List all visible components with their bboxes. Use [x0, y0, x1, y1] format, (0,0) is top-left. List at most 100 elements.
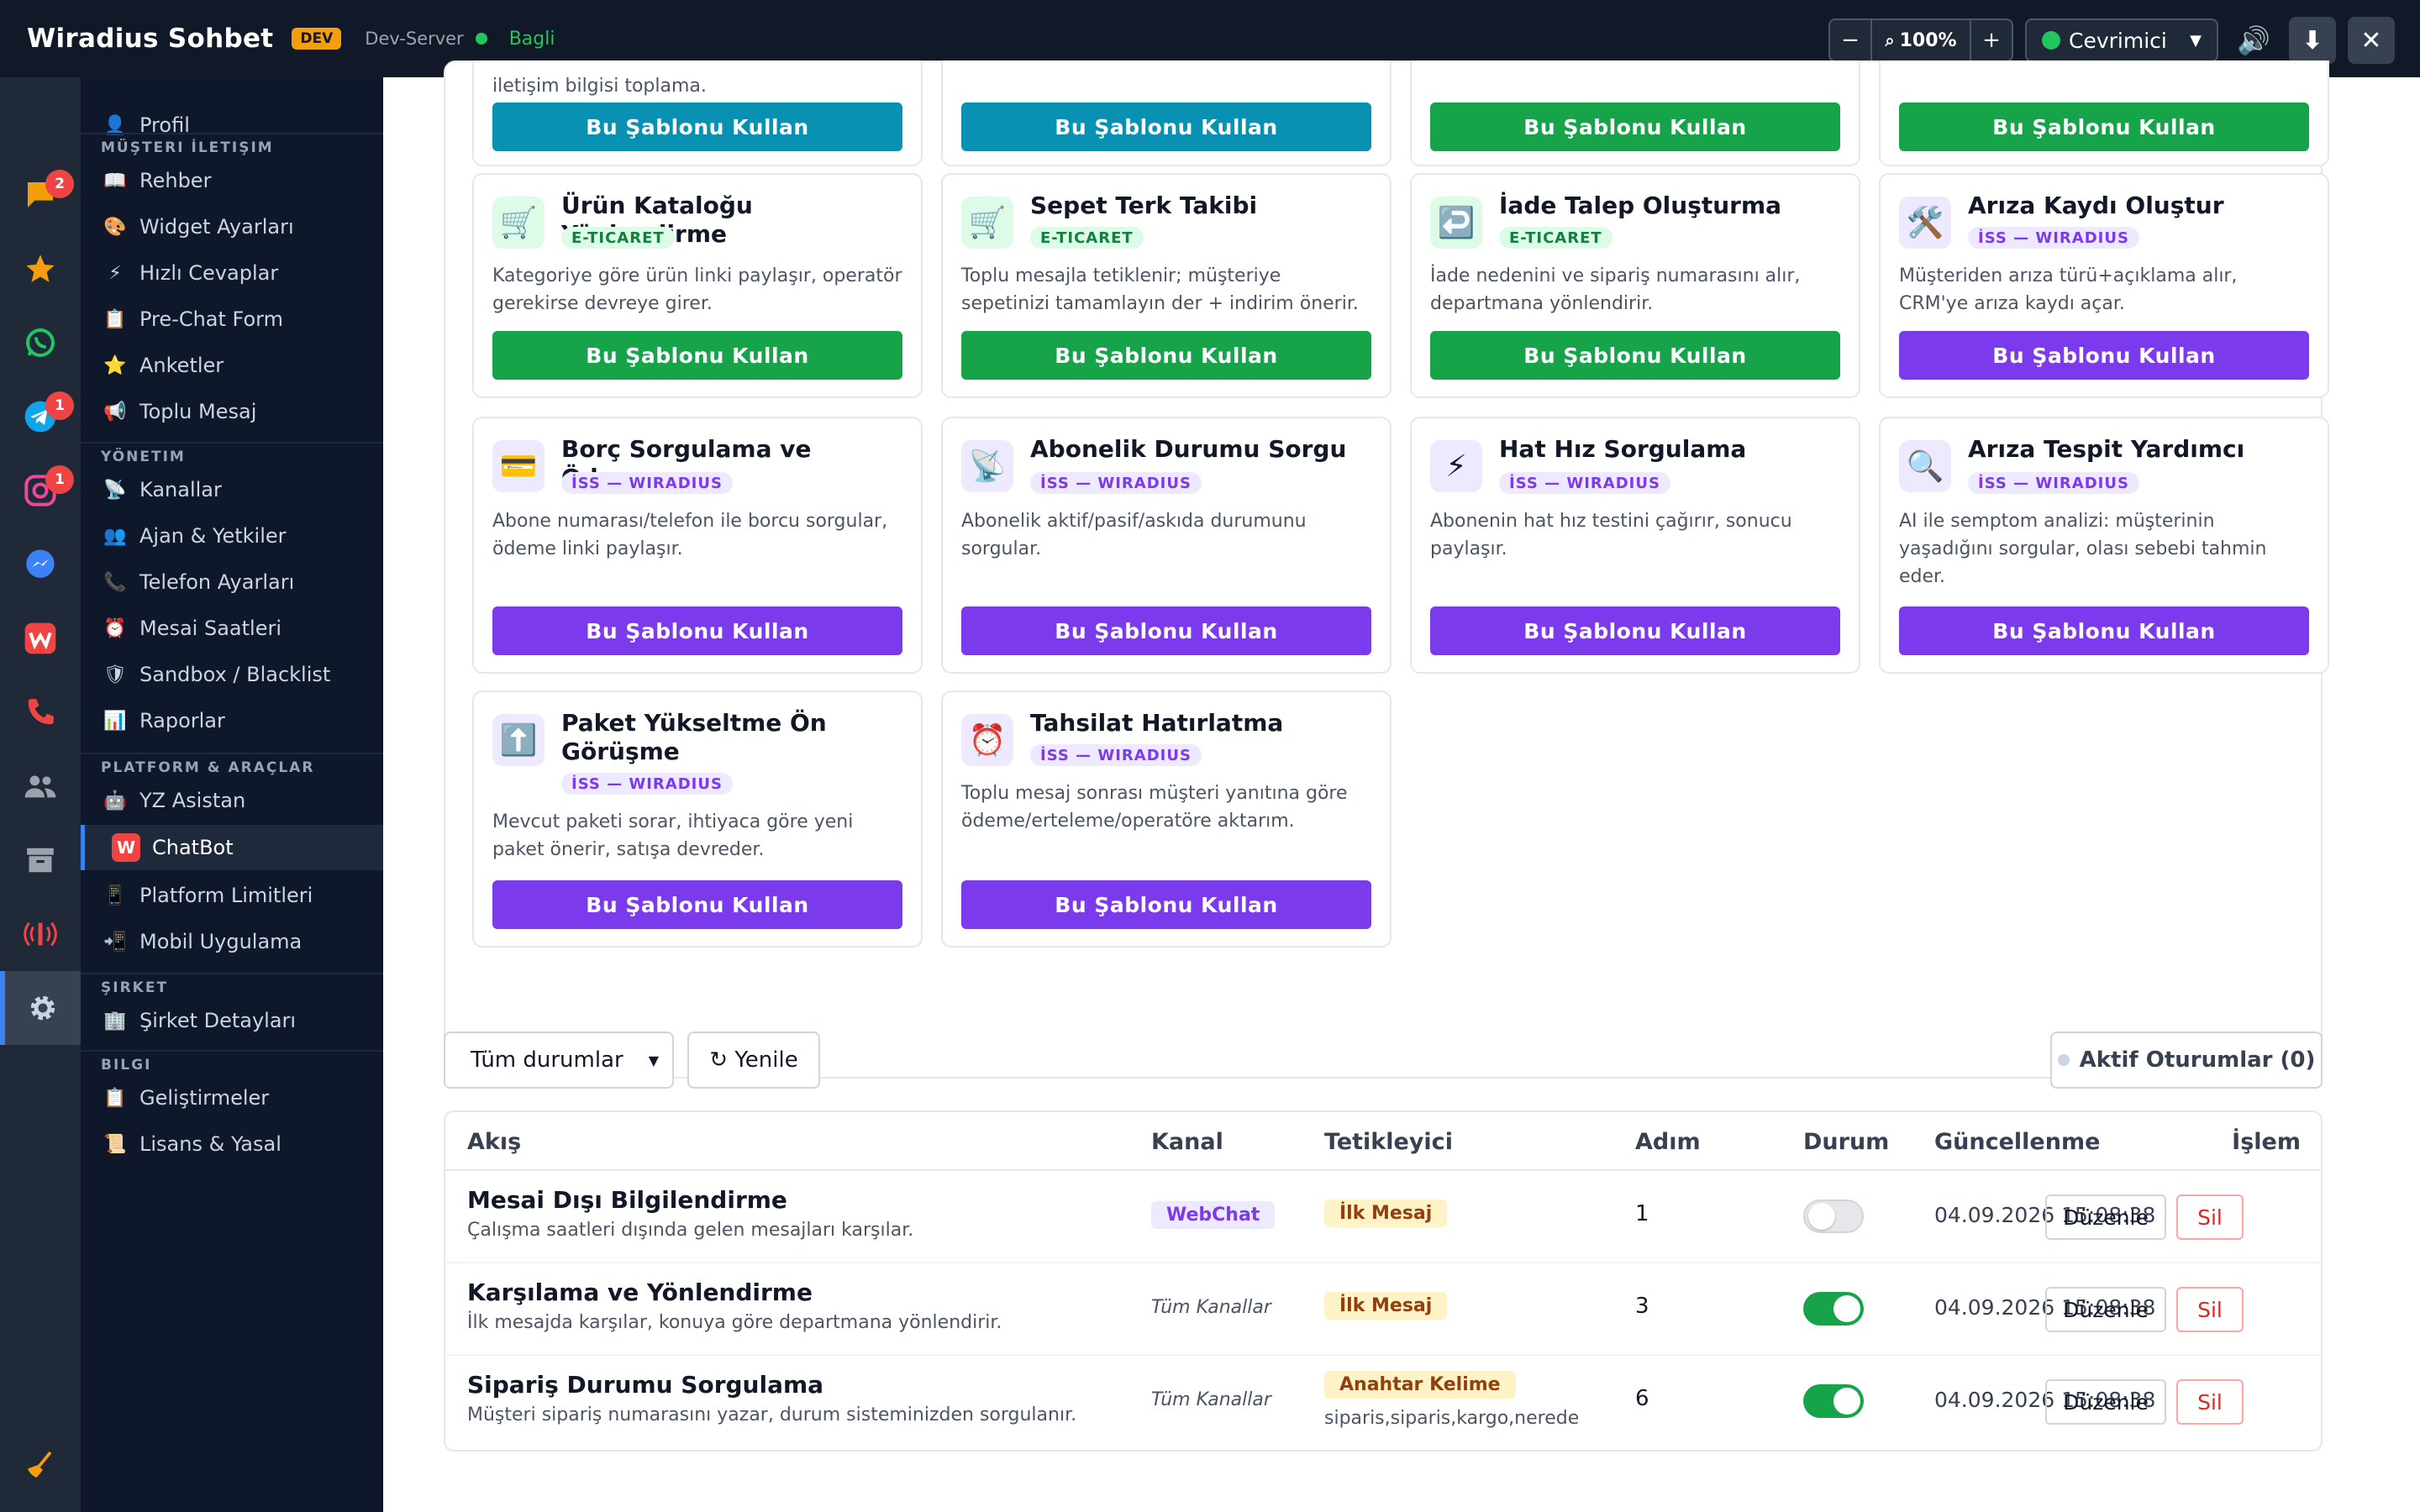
sidebar-item-channels[interactable]: 📡 Kanallar — [81, 467, 383, 512]
rail-messenger[interactable] — [0, 528, 81, 601]
delete-button[interactable]: Sil — [2176, 1287, 2244, 1332]
section-heading-info: BILGI — [101, 1057, 152, 1074]
sidebar-item-company-details[interactable]: 🏢 Şirket Detayları — [81, 998, 383, 1043]
download-button[interactable]: ⬇ — [2289, 17, 2336, 64]
template-title: Arıza Kaydı Oluştur — [1968, 192, 2224, 219]
sidebar-item-bulk-message[interactable]: 📢 Toplu Mesaj — [81, 389, 383, 434]
credit-card-icon: 💳 — [492, 440, 544, 492]
zoom-reset-button[interactable]: ⌕ 100% — [1870, 20, 1971, 60]
session-dot-icon — [2057, 1054, 2070, 1066]
sidebar-item-changelog[interactable]: 📋 Geliştirmeler — [81, 1075, 383, 1121]
chevron-down-icon: ▼ — [648, 1052, 659, 1068]
template-title: Abonelik Durumu Sorgu — [1030, 435, 1347, 463]
template-card: ↩️ İade Talep Oluşturma E-TICARET İade n… — [1410, 173, 1860, 398]
template-card-partial: Bu Şablonu Kullan — [941, 60, 1392, 166]
sidebar-item-chatbot[interactable]: W ChatBot — [81, 825, 383, 870]
sidebar-item-quick-replies[interactable]: ⚡ Hızlı Cevaplar — [81, 250, 383, 296]
edit-button[interactable]: Düzenle — [2045, 1379, 2166, 1425]
clipboard-icon: 📋 — [103, 1087, 127, 1109]
sidebar-item-license[interactable]: 📜 Lisans & Yasal — [81, 1121, 383, 1167]
sidebar-item-mobile-app[interactable]: 📲 Mobil Uygulama — [81, 919, 383, 964]
use-template-button[interactable]: Bu Şablonu Kullan — [492, 331, 902, 380]
sidebar-item-working-hours[interactable]: ⏰ Mesai Saatleri — [81, 606, 383, 651]
template-title: Tahsilat Hatırlatma — [1030, 709, 1284, 737]
column-trigger: Tetikleyici — [1324, 1129, 1453, 1155]
rail-phone[interactable] — [0, 675, 81, 749]
rail-telegram[interactable]: 1 — [0, 380, 81, 454]
close-button[interactable]: ✕ — [2348, 17, 2395, 64]
use-template-button[interactable]: Bu Şablonu Kullan — [961, 880, 1371, 929]
alarm-clock-icon: ⏰ — [961, 714, 1013, 766]
sound-icon[interactable]: 🔊 — [2230, 17, 2277, 64]
rail-favorites[interactable] — [0, 232, 81, 306]
rail-broadcast[interactable] — [0, 897, 81, 971]
rail-instagram[interactable]: 1 — [0, 454, 81, 528]
sidebar-item-agents[interactable]: 👥 Ajan & Yetkiler — [81, 513, 383, 559]
return-icon: ↩️ — [1430, 197, 1482, 249]
column-action: İşlem — [2232, 1129, 2301, 1155]
active-sessions-button[interactable]: Aktif Oturumlar (0) — [2050, 1032, 2323, 1089]
sidebar-item-surveys[interactable]: ⭐ Anketler — [81, 343, 383, 388]
flow-status-toggle[interactable] — [1803, 1292, 1864, 1326]
use-template-button[interactable]: Bu Şablonu Kullan — [961, 606, 1371, 655]
sidebar-item-ai-assistant[interactable]: 🤖 YZ Asistan — [81, 778, 383, 823]
star-icon — [26, 255, 55, 282]
template-card: 💳 Borç Sorgulama ve Ödeme İSS — WIRADIUS… — [472, 417, 923, 674]
sidebar-item-label: Kanallar — [139, 478, 222, 501]
rail-settings[interactable] — [0, 971, 81, 1045]
use-template-button[interactable]: Bu Şablonu Kullan — [961, 331, 1371, 380]
sidebar-item-rehber[interactable]: 📖 Rehber — [81, 158, 383, 203]
rail-archive[interactable] — [0, 823, 81, 897]
rail-wiradius[interactable] — [0, 601, 81, 675]
use-template-button[interactable]: Bu Şablonu Kullan — [492, 880, 902, 929]
presence-select[interactable]: Cevrimici ▼ — [2025, 18, 2218, 62]
use-template-button[interactable]: Bu Şablonu Kullan — [492, 606, 902, 655]
flow-status-toggle[interactable] — [1803, 1384, 1864, 1418]
sidebar-item-platform-limits[interactable]: 📱 Platform Limitleri — [81, 873, 383, 918]
step-count: 1 — [1635, 1201, 1649, 1226]
use-template-button[interactable]: Bu Şablonu Kullan — [1899, 102, 2309, 151]
template-desc: Kategoriye göre ürün linki paylaşır, ope… — [492, 265, 902, 314]
flow-status-toggle[interactable] — [1803, 1200, 1864, 1233]
rail-clean[interactable] — [0, 1428, 81, 1502]
flow-name: Karşılama ve Yönlendirme — [467, 1278, 813, 1306]
use-template-button[interactable]: Bu Şablonu Kullan — [1430, 102, 1840, 151]
refresh-button[interactable]: ↻ Yenile — [687, 1032, 820, 1089]
edit-button[interactable]: Düzenle — [2045, 1287, 2166, 1332]
rail-chat[interactable]: 2 — [0, 158, 81, 232]
clipboard-icon: 📋 — [103, 308, 127, 330]
connection-dot-icon — [475, 33, 487, 45]
archive-icon — [27, 848, 54, 873]
delete-button[interactable]: Sil — [2176, 1194, 2244, 1240]
app-title: Wiradius Sohbet — [27, 24, 274, 54]
use-template-button[interactable]: Bu Şablonu Kullan — [492, 102, 902, 151]
zoom-in-button[interactable]: + — [1971, 20, 2012, 60]
rail-whatsapp[interactable] — [0, 306, 81, 380]
trigger-badge: İlk Mesaj — [1324, 1200, 1448, 1227]
trigger-badge: İlk Mesaj — [1324, 1292, 1448, 1320]
zoom-out-button[interactable]: − — [1830, 20, 1870, 60]
sidebar-item-prechat[interactable]: 📋 Pre-Chat Form — [81, 297, 383, 342]
edit-button[interactable]: Düzenle — [2045, 1194, 2166, 1240]
use-template-button[interactable]: Bu Şablonu Kullan — [1899, 331, 2309, 380]
use-template-button[interactable]: Bu Şablonu Kullan — [1430, 331, 1840, 380]
connection-status: Bagli — [508, 28, 555, 50]
sidebar-item-phone-settings[interactable]: 📞 Telefon Ayarları — [81, 559, 383, 605]
status-filter-select[interactable]: Tüm durumlar ▼ — [444, 1032, 674, 1089]
use-template-button[interactable]: Bu Şablonu Kullan — [1430, 606, 1840, 655]
sidebar-item-reports[interactable]: 📊 Raporlar — [81, 698, 383, 743]
delete-button[interactable]: Sil — [2176, 1379, 2244, 1425]
broom-icon — [28, 1451, 52, 1478]
template-tag: İSS — WIRADIUS — [561, 773, 733, 795]
megaphone-icon: 📢 — [103, 401, 127, 423]
active-sessions-label: Aktif Oturumlar (0) — [2079, 1047, 2316, 1073]
satellite-icon: 📡 — [103, 479, 127, 501]
use-template-button[interactable]: Bu Şablonu Kullan — [961, 102, 1371, 151]
use-template-button[interactable]: Bu Şablonu Kullan — [1899, 606, 2309, 655]
column-step: Adım — [1635, 1129, 1701, 1155]
sidebar-item-widget[interactable]: 🎨 Widget Ayarları — [81, 204, 383, 249]
rail-users[interactable] — [0, 749, 81, 823]
column-channel: Kanal — [1151, 1129, 1223, 1155]
sidebar-item-sandbox[interactable]: 🛡 Sandbox / Blacklist — [81, 652, 383, 697]
template-tag: İSS — WIRADIUS — [1030, 744, 1202, 766]
